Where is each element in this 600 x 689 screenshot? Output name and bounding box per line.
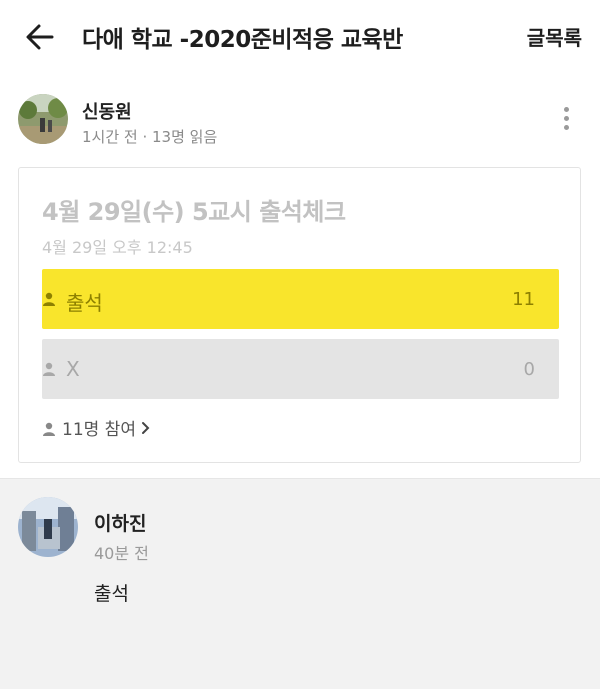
app-header: 다애 학교 -2020준비적응 교육반 글목록 [0, 0, 600, 72]
comment-time: 40분 전 [94, 544, 149, 563]
chevron-right-icon [141, 422, 150, 434]
person-icon [43, 362, 55, 376]
more-options-button[interactable] [556, 104, 576, 136]
poll-title: 4월 29일(수) 5교시 출석체크 [42, 198, 346, 226]
poll-option-label: X [66, 357, 80, 381]
poll-option-x[interactable]: X 0 [42, 339, 559, 399]
poll-option-label: 출석 [66, 291, 103, 315]
comment-text: 출석 [94, 583, 129, 605]
person-icon [43, 292, 55, 306]
poll-date: 4월 29일 오후 12:45 [42, 238, 193, 257]
participants-link[interactable]: 11명 참여 [42, 415, 150, 440]
poll-card: 4월 29일(수) 5교시 출석체크 4월 29일 오후 12:45 출석 11… [18, 167, 581, 463]
arrow-left-icon [26, 24, 54, 50]
comment-section: 이하진 40분 전 출석 [0, 478, 600, 689]
post-meta: 1시간 전 · 13명 읽음 [82, 128, 218, 146]
poll-option-attend[interactable]: 출석 11 [42, 269, 559, 329]
more-vertical-icon [556, 107, 576, 130]
participants-count: 11명 참여 [62, 420, 136, 440]
author-avatar[interactable] [18, 94, 68, 144]
commenter-avatar[interactable] [18, 497, 78, 557]
person-icon [43, 422, 55, 436]
post-list-button[interactable]: 글목록 [527, 22, 582, 51]
back-button[interactable] [24, 22, 56, 52]
commenter-name[interactable]: 이하진 [94, 509, 146, 536]
poll-option-count: 11 [512, 289, 535, 310]
page-title: 다애 학교 -2020준비적응 교육반 [82, 27, 403, 53]
author-name[interactable]: 신동원 [82, 98, 132, 124]
poll-option-count: 0 [523, 359, 535, 380]
